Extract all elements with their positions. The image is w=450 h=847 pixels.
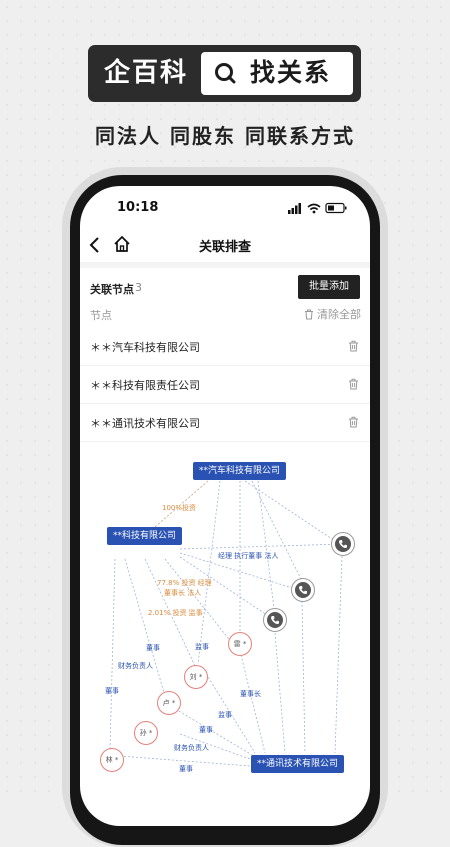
company-node-tech[interactable]: **科技有限公司 bbox=[107, 527, 183, 545]
nav-bar: 关联排查 bbox=[80, 230, 370, 262]
search-pill: 找关系 bbox=[201, 52, 353, 95]
clear-all-button[interactable]: 清除全部 bbox=[304, 306, 361, 322]
company-node-auto[interactable]: **汽车科技有限公司 bbox=[193, 462, 287, 480]
node-count: 3 bbox=[135, 281, 142, 294]
page-title: 关联排查 bbox=[198, 240, 251, 255]
phone-node[interactable] bbox=[291, 578, 315, 602]
trash-icon[interactable] bbox=[348, 378, 359, 390]
edge-label: 董事 bbox=[105, 687, 119, 695]
edge-label: 董事 bbox=[199, 726, 213, 734]
edge-label: 监事 bbox=[195, 643, 209, 651]
edge-label: 2.01% 投资 监事 bbox=[148, 609, 203, 617]
status-icons bbox=[288, 202, 347, 214]
person-node[interactable]: 林 * bbox=[100, 748, 124, 772]
phone-icon bbox=[339, 540, 347, 549]
phone-screen: 10:18 关联排查 关联节点 3 批量添加 节点 清除全部 ＊＊汽车科技有限公… bbox=[80, 186, 370, 826]
node-name: ＊＊汽车科技有限公司 bbox=[90, 341, 200, 354]
edge-label: 董事 bbox=[146, 644, 160, 652]
node-row: ＊＊科技有限责任公司 bbox=[80, 366, 370, 404]
person-node[interactable]: 卢 * bbox=[157, 691, 181, 715]
edge-label: 董事 bbox=[179, 765, 193, 773]
edge-label: 监事 bbox=[218, 711, 232, 719]
edge-label: 经理 执行董事 法人 bbox=[218, 552, 279, 560]
brand-name: 企百科 bbox=[104, 58, 189, 88]
company-node-comm[interactable]: **通讯技术有限公司 bbox=[251, 755, 345, 773]
edge-label: 77.8% 投资 经理 bbox=[157, 579, 212, 587]
edge-label: 财务负责人 bbox=[118, 662, 153, 670]
person-node[interactable]: 雷 * bbox=[228, 632, 252, 656]
person-node[interactable]: 孙 * bbox=[134, 721, 158, 745]
node-name: ＊＊通讯技术有限公司 bbox=[90, 417, 200, 430]
trash-icon[interactable] bbox=[348, 340, 359, 352]
status-time: 10:18 bbox=[117, 200, 159, 215]
edge-label: 董事长 法人 bbox=[164, 589, 202, 597]
clear-all-label: 清除全部 bbox=[317, 308, 361, 321]
edge-label: 财务负责人 bbox=[174, 744, 209, 752]
trash-icon[interactable] bbox=[348, 416, 359, 428]
node-header-label: 节点 bbox=[90, 309, 112, 322]
section-title: 关联节点 bbox=[90, 283, 134, 296]
phone-icon bbox=[271, 616, 279, 625]
search-icon bbox=[215, 63, 236, 84]
battery-icon bbox=[325, 202, 347, 214]
edge-label: 董事长 bbox=[240, 690, 261, 698]
node-row: ＊＊汽车科技有限公司 bbox=[80, 328, 370, 366]
phone-icon bbox=[299, 586, 307, 595]
edge-label: 100%投资 bbox=[162, 504, 197, 512]
promo-banner: 企百科 找关系 bbox=[88, 45, 361, 102]
phone-node[interactable] bbox=[331, 532, 355, 556]
section-divider bbox=[80, 262, 370, 268]
person-node[interactable]: 刘 * bbox=[184, 665, 208, 689]
trash-icon bbox=[305, 309, 313, 320]
wifi-icon bbox=[307, 203, 321, 214]
search-text: 找关系 bbox=[250, 58, 332, 87]
batch-add-button[interactable]: 批量添加 bbox=[298, 275, 360, 299]
relationship-graph: **汽车科技有限公司 **科技有限公司 **通讯技术有限公司 雷 * 刘 * 卢… bbox=[80, 441, 370, 826]
node-name: ＊＊科技有限责任公司 bbox=[90, 379, 200, 392]
phone-node[interactable] bbox=[263, 608, 287, 632]
signal-icon bbox=[288, 203, 301, 214]
promo-tagline: 同法人 同股东 同联系方式 bbox=[95, 124, 355, 148]
node-row: ＊＊通讯技术有限公司 bbox=[80, 404, 370, 442]
